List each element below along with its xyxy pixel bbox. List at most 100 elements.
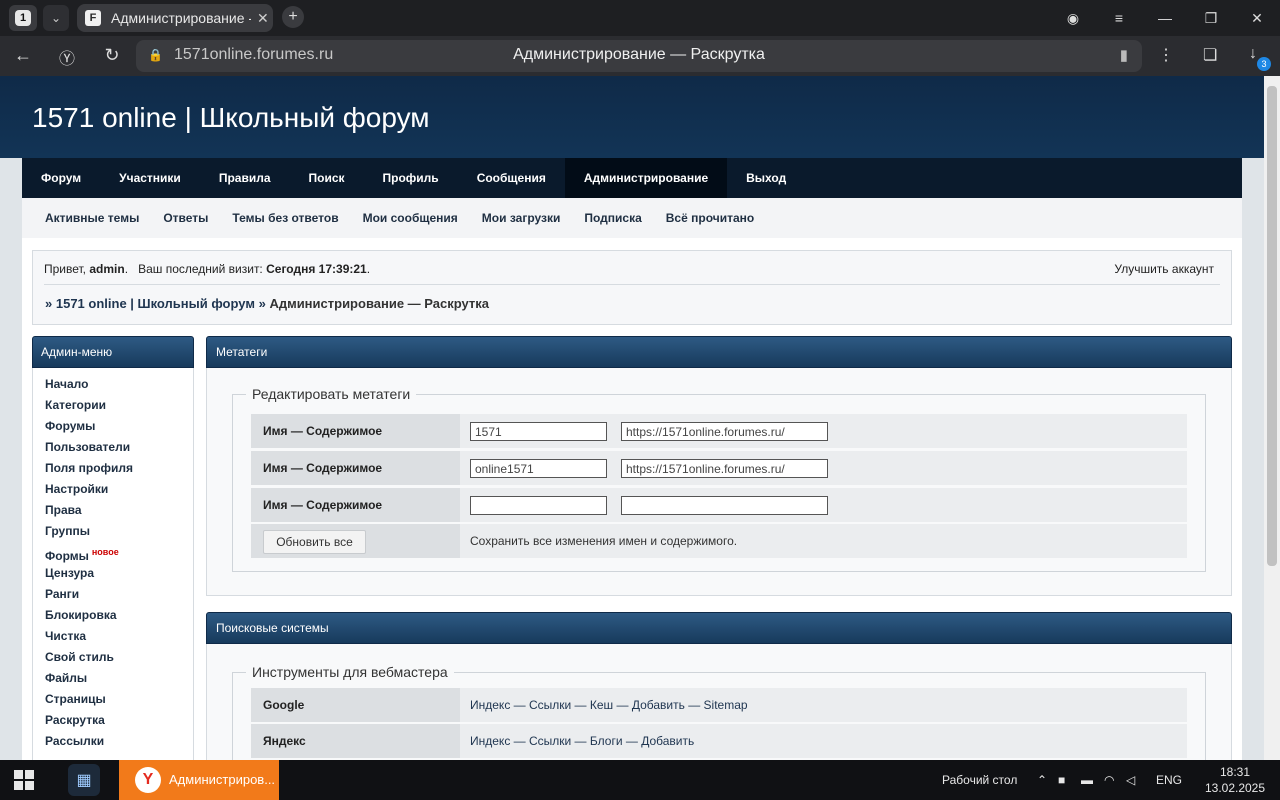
nav-admin[interactable]: Администрирование — [564, 158, 728, 198]
menu-icon[interactable]: ≡ — [1096, 10, 1142, 26]
more-icon[interactable]: ⋮ — [1158, 45, 1174, 65]
admin-menu-item[interactable]: Ранги — [33, 584, 193, 605]
subnav-my-uploads[interactable]: Мои загрузки — [470, 198, 573, 238]
update-all-button[interactable]: Обновить все — [263, 530, 366, 554]
new-tab-button[interactable]: + — [282, 6, 304, 28]
taskbar-app-icon[interactable]: ▦ — [68, 764, 100, 796]
subnav-active-topics[interactable]: Активные темы — [33, 198, 151, 238]
metatag-row-label: Имя — Содержимое — [251, 488, 460, 522]
search-engine-label: Яндекс — [251, 724, 460, 758]
taskbar: ▦ Y Администриров... Рабочий стол ⌃ ■ ▬ … — [0, 760, 1280, 800]
favicon-icon: F — [85, 10, 101, 26]
meta-content-input[interactable] — [621, 496, 828, 515]
browser-tab[interactable]: F Администрирование - ✕ — [77, 4, 273, 32]
admin-menu-item[interactable]: Начало — [33, 374, 193, 395]
tray-app-icon[interactable]: ■ — [1058, 773, 1065, 787]
admin-menu-item[interactable]: Страницы — [33, 689, 193, 710]
language-indicator[interactable]: ENG — [1156, 773, 1182, 787]
nav-search[interactable]: Поиск — [290, 158, 364, 198]
close-tab-icon[interactable]: ✕ — [257, 10, 269, 27]
greeting: Привет, — [44, 262, 87, 276]
back-icon[interactable]: ← — [12, 45, 34, 66]
divider — [44, 284, 1220, 285]
page-scrollbar[interactable] — [1264, 76, 1280, 760]
welcome-line: Привет, admin. Ваш последний визит: Сего… — [44, 262, 371, 276]
subnav-unanswered[interactable]: Темы без ответов — [220, 198, 350, 238]
metatag-row: Имя — Содержимое — [251, 414, 1187, 448]
tray-app-icon-2[interactable]: ▬ — [1081, 773, 1093, 787]
metatag-row-label: Имя — Содержимое — [251, 451, 460, 485]
site-title[interactable]: 1571 online | Школьный форум — [32, 102, 430, 134]
meta-name-input[interactable] — [470, 496, 607, 515]
nav-profile[interactable]: Профиль — [364, 158, 458, 198]
scrollbar-thumb[interactable] — [1267, 86, 1277, 566]
meta-name-input[interactable] — [470, 459, 607, 478]
yandex-browser-icon: Y — [135, 767, 161, 793]
subnav-subscription[interactable]: Подписка — [572, 198, 653, 238]
metatag-submit-row: Обновить все Сохранить все изменения име… — [251, 524, 1187, 558]
admin-menu-item[interactable]: Категории — [33, 395, 193, 416]
desktop-toolbar[interactable]: Рабочий стол — [942, 773, 1017, 787]
minimize-button[interactable]: — — [1142, 10, 1188, 26]
admin-sidebar: Админ-меню Начало Категории Форумы Польз… — [32, 336, 194, 760]
admin-menu-item[interactable]: Раскрутка — [33, 710, 193, 731]
breadcrumb: » 1571 online | Школьный форум » Админис… — [45, 296, 489, 311]
search-engine-links[interactable]: Индекс — Ссылки — Блоги — Добавить — [470, 724, 694, 758]
admin-menu-item[interactable]: Рассылки — [33, 731, 193, 752]
nav-forum[interactable]: Форум — [22, 158, 100, 198]
bookmark-icon[interactable]: ▮ — [1120, 46, 1128, 64]
breadcrumb-separator: » — [258, 296, 266, 311]
metatag-row: Имя — Содержимое — [251, 451, 1187, 485]
taskbar-browser-button[interactable]: Y Администриров... — [119, 760, 279, 800]
page-viewport: 1571 online | Школьный форум Форум Участ… — [0, 76, 1264, 760]
username[interactable]: admin — [89, 262, 124, 276]
admin-menu-title: Админ-меню — [32, 336, 194, 368]
admin-menu-item-forms[interactable]: Формы новое — [33, 542, 193, 563]
clock[interactable]: 18:31 13.02.2025 — [1200, 764, 1270, 796]
admin-menu-item[interactable]: Настройки — [33, 479, 193, 500]
restore-button[interactable]: ❐ — [1188, 10, 1234, 27]
webmaster-legend: Инструменты для вебмастера — [252, 664, 448, 680]
admin-menu-item[interactable]: Блокировка — [33, 605, 193, 626]
protect-icon[interactable]: ◉ — [1050, 10, 1096, 27]
subnav-mark-read[interactable]: Всё прочитано — [654, 198, 766, 238]
wifi-icon[interactable]: ◠ — [1104, 773, 1114, 787]
volume-icon[interactable]: ◁ — [1126, 773, 1135, 787]
site-header: 1571 online | Школьный форум — [0, 76, 1264, 158]
nav-members[interactable]: Участники — [100, 158, 200, 198]
main-content: Привет, admin. Ваш последний визит: Сего… — [22, 238, 1242, 760]
yandex-icon[interactable]: Ⓨ — [56, 45, 78, 69]
tabs-dropdown-button[interactable]: ⌄ — [43, 5, 69, 31]
admin-menu-item[interactable]: Цензура — [33, 563, 193, 584]
admin-menu-item[interactable]: Чистка — [33, 626, 193, 647]
upgrade-account-link[interactable]: Улучшить аккаунт — [1114, 262, 1214, 276]
nav-messages[interactable]: Сообщения — [458, 158, 565, 198]
meta-content-input[interactable] — [621, 459, 828, 478]
subnav-my-posts[interactable]: Мои сообщения — [351, 198, 470, 238]
admin-menu-item[interactable]: Форумы — [33, 416, 193, 437]
nav-logout[interactable]: Выход — [727, 158, 805, 198]
subnav-replies[interactable]: Ответы — [151, 198, 220, 238]
chevron-up-icon[interactable]: ⌃ — [1037, 773, 1047, 787]
admin-menu-item[interactable]: Права — [33, 500, 193, 521]
address-bar[interactable]: 🔒 1571online.forumes.ru Администрировани… — [136, 40, 1142, 72]
admin-menu-item[interactable]: Поля профиля — [33, 458, 193, 479]
admin-menu-item[interactable]: Свой стиль — [33, 647, 193, 668]
nav-rules[interactable]: Правила — [200, 158, 290, 198]
admin-menu-item[interactable]: Пользователи — [33, 437, 193, 458]
tab-count-button[interactable]: 1 — [9, 5, 37, 31]
downloads-icon[interactable]: ↓ — [1249, 45, 1257, 63]
breadcrumb-forum-link[interactable]: 1571 online | Школьный форум — [56, 296, 255, 311]
update-hint: Сохранить все изменения имен и содержимо… — [470, 534, 738, 548]
windows-start-icon[interactable] — [14, 770, 34, 790]
close-window-button[interactable]: ✕ — [1234, 10, 1280, 27]
collections-icon[interactable]: ❏ — [1203, 45, 1217, 65]
admin-menu-list: Начало Категории Форумы Пользователи Пол… — [32, 368, 194, 760]
admin-menu-item[interactable]: Файлы — [33, 668, 193, 689]
reload-icon[interactable]: ↻ — [101, 45, 123, 66]
search-engines-panel: Поисковые системы Инструменты для вебмас… — [206, 612, 1232, 760]
meta-content-input[interactable] — [621, 422, 828, 441]
meta-name-input[interactable] — [470, 422, 607, 441]
search-engine-links[interactable]: Индекс — Ссылки — Кеш — Добавить — Sitem… — [470, 688, 748, 722]
admin-menu-item[interactable]: Группы — [33, 521, 193, 542]
